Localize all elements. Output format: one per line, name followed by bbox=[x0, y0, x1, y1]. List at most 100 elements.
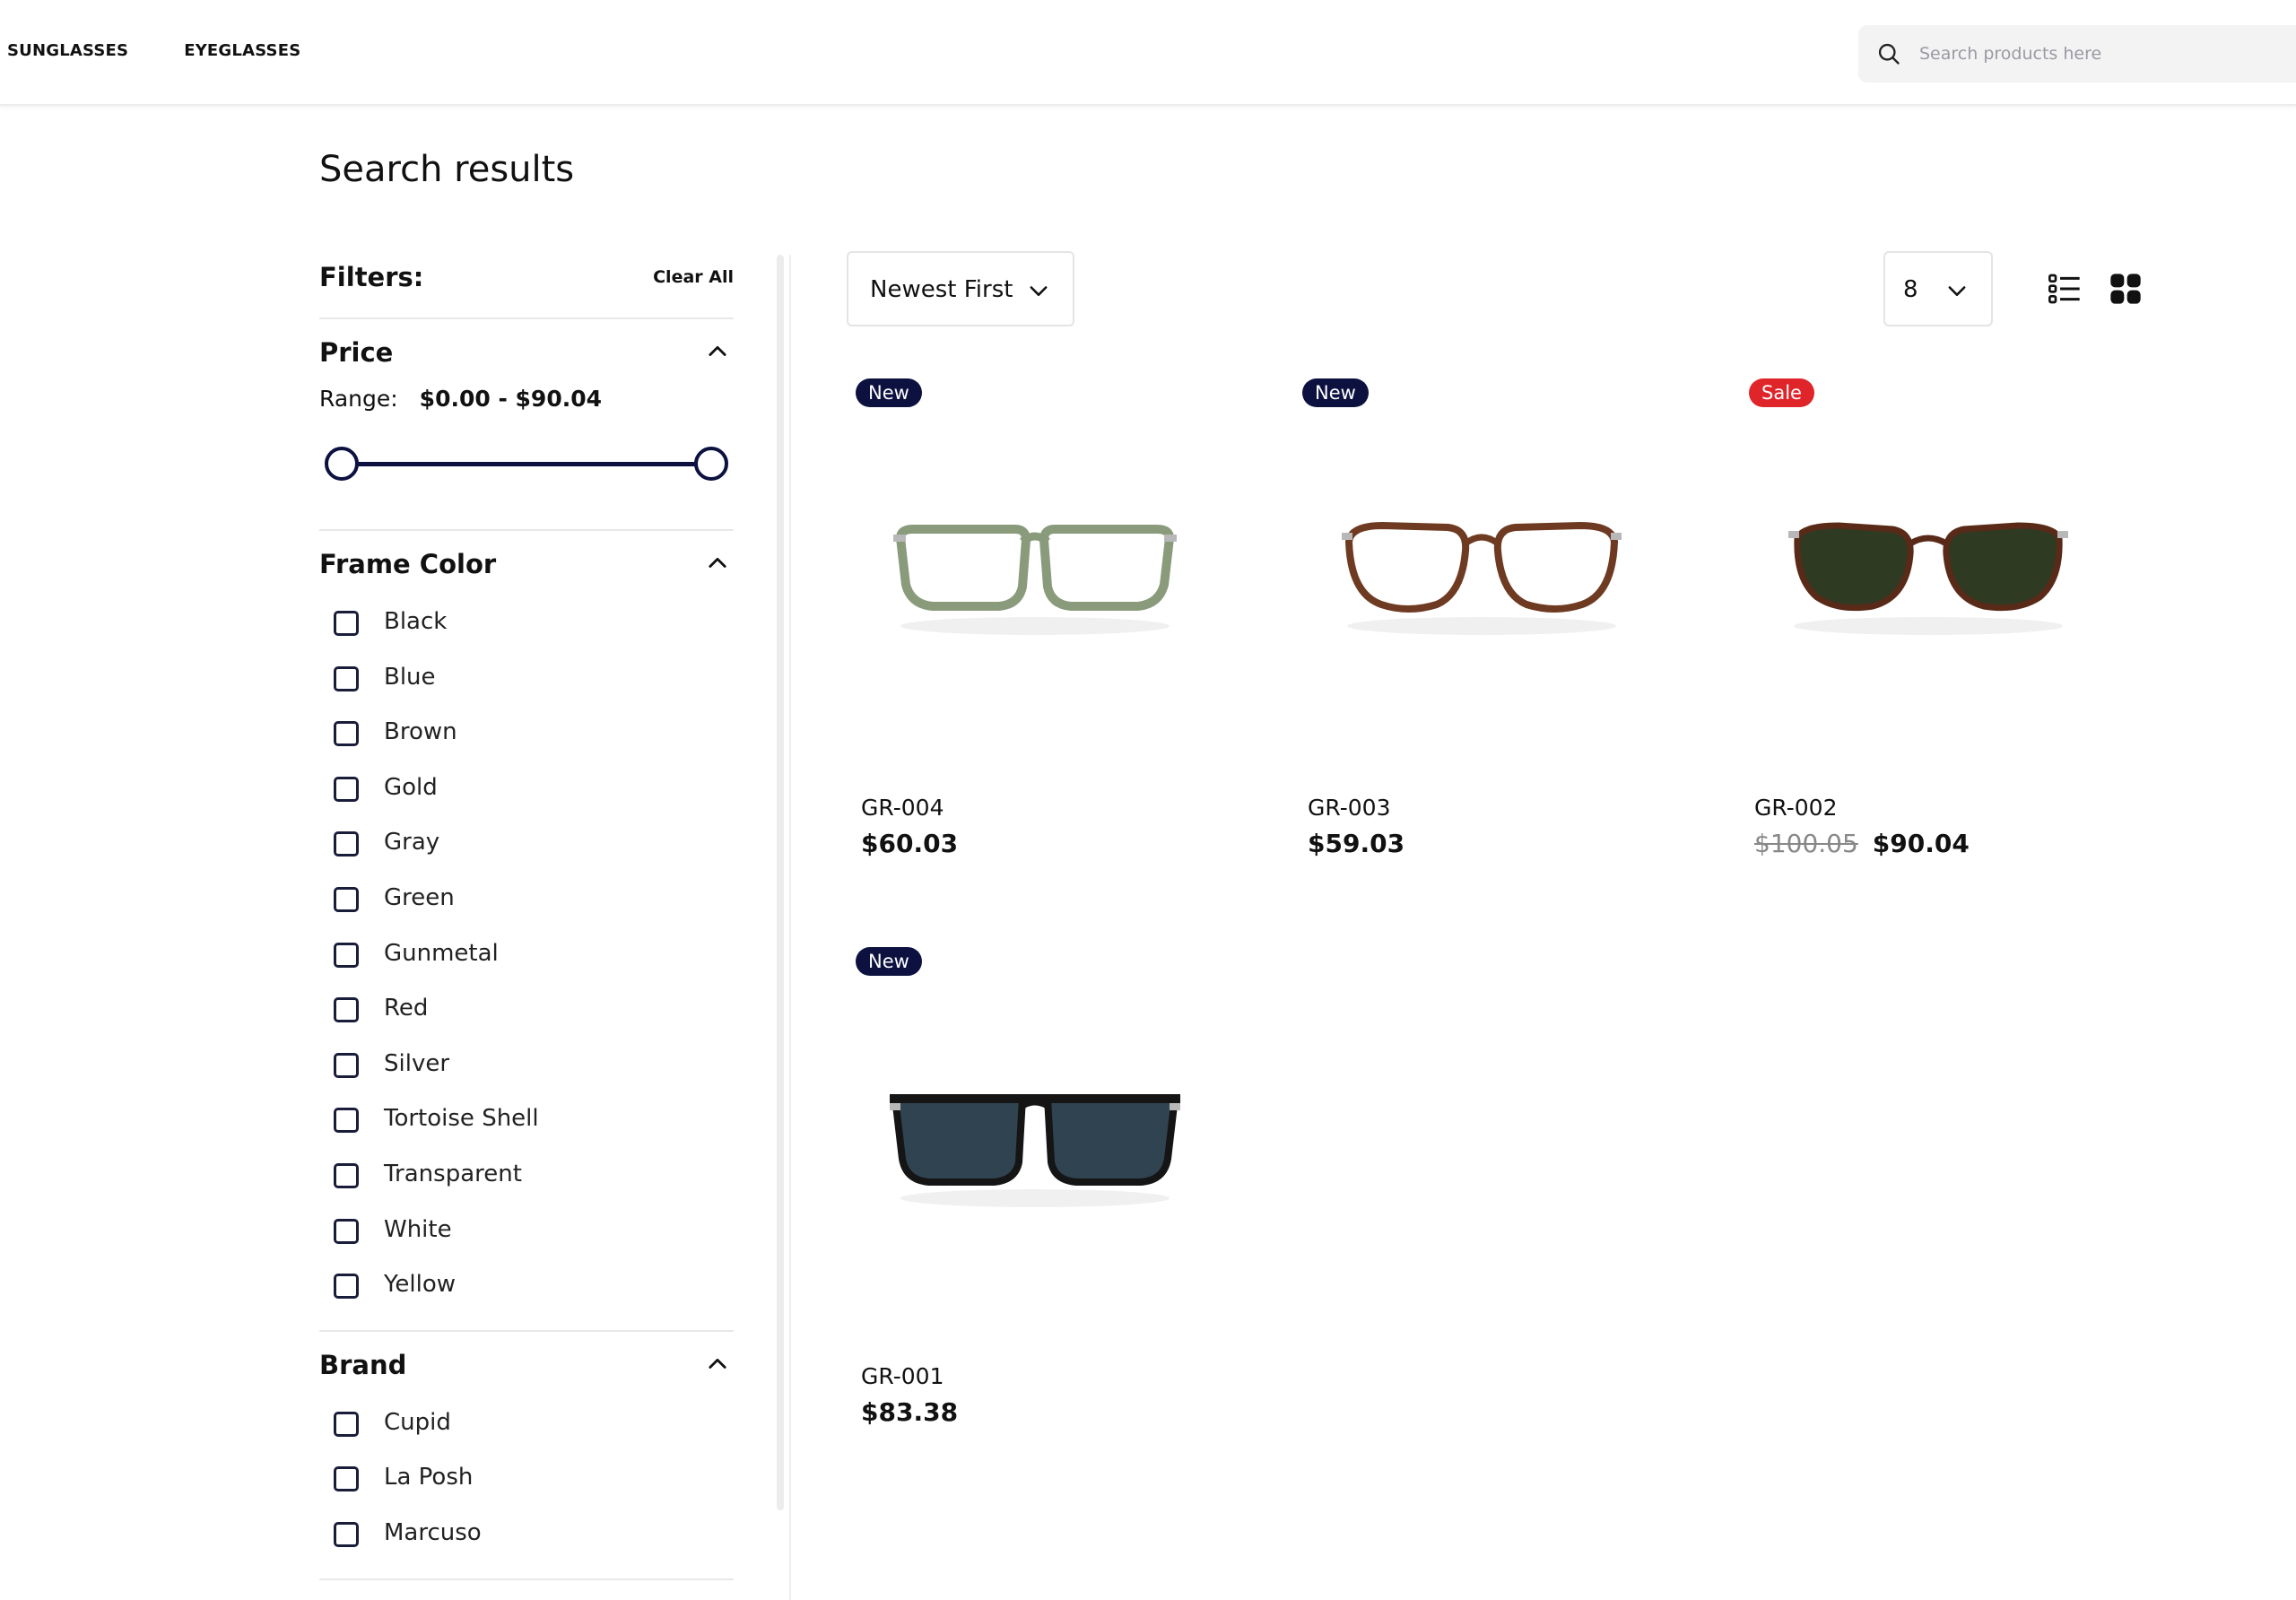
price-slider-min-handle[interactable] bbox=[325, 447, 359, 481]
checkbox[interactable] bbox=[334, 1466, 359, 1492]
checkbox[interactable] bbox=[334, 1521, 359, 1547]
checkbox[interactable] bbox=[334, 1108, 359, 1134]
filter-option[interactable]: Gunmetal bbox=[319, 929, 734, 985]
chevron-up-icon bbox=[709, 345, 726, 356]
filters-title: Filters: bbox=[319, 262, 424, 292]
frame-color-filter-title: Frame Color bbox=[319, 549, 497, 579]
filter-option-label: Brown bbox=[384, 718, 457, 746]
filter-option[interactable]: Tortoise Shell bbox=[319, 1094, 734, 1150]
checkbox[interactable] bbox=[334, 1052, 359, 1078]
filter-option-label: Silver bbox=[384, 1049, 450, 1077]
filters-header: Filters: Clear All bbox=[319, 251, 734, 319]
price-row: $100.05 $90.04 bbox=[1754, 829, 1970, 858]
checkbox[interactable] bbox=[334, 776, 359, 802]
checkbox[interactable] bbox=[334, 997, 359, 1023]
checkbox[interactable] bbox=[334, 611, 359, 636]
sale-badge: Sale bbox=[1749, 378, 1814, 407]
chevron-up-icon bbox=[709, 557, 726, 568]
price-row: $59.03 bbox=[1308, 829, 1405, 858]
filter-option[interactable]: White bbox=[319, 1205, 734, 1261]
product-price: $90.04 bbox=[1872, 829, 1970, 858]
nav-eyeglasses[interactable]: EYEGLASSES bbox=[184, 41, 300, 60]
filters-scrollbar[interactable] bbox=[777, 255, 784, 1510]
frame-color-options: Black Blue Brown Gold Gray Green Gunmeta… bbox=[319, 596, 734, 1330]
filter-option-label: White bbox=[384, 1215, 452, 1243]
content-divider bbox=[789, 255, 791, 1600]
list-view-icon[interactable] bbox=[2047, 271, 2083, 307]
filter-option[interactable]: Black bbox=[319, 597, 734, 653]
checkbox[interactable] bbox=[334, 721, 359, 747]
price-range-value: $0.00 - $90.04 bbox=[419, 386, 603, 412]
clear-all-button[interactable]: Clear All bbox=[653, 267, 734, 287]
product-card[interactable]: New GR-004 $60.03 bbox=[847, 377, 1259, 906]
filter-option-label: Green bbox=[384, 883, 455, 911]
product-price: $83.38 bbox=[861, 1397, 959, 1427]
product-name: GR-003 bbox=[1308, 795, 1391, 821]
filter-option-label: Blue bbox=[384, 663, 436, 691]
filter-option[interactable]: Brown bbox=[319, 708, 734, 763]
filter-option[interactable]: Yellow bbox=[319, 1260, 734, 1316]
nav-sunglasses[interactable]: SUNGLASSES bbox=[7, 41, 128, 60]
product-price: $59.03 bbox=[1308, 829, 1405, 858]
price-filter-title: Price bbox=[319, 337, 394, 368]
checkbox[interactable] bbox=[334, 831, 359, 857]
filter-option[interactable]: Blue bbox=[319, 653, 734, 709]
checkbox[interactable] bbox=[334, 1274, 359, 1300]
filter-option-label: Black bbox=[384, 608, 448, 635]
filter-option[interactable]: Gray bbox=[319, 818, 734, 874]
filter-option[interactable]: Cupid bbox=[319, 1398, 734, 1454]
sunglasses-image bbox=[1788, 522, 2068, 635]
filter-option-label: Gold bbox=[384, 773, 438, 801]
search-bar bbox=[1858, 25, 2296, 83]
product-card[interactable]: New GR-001 $83.38 bbox=[847, 945, 1259, 1474]
price-filter-toggle[interactable]: Price bbox=[319, 319, 734, 384]
product-card[interactable]: New GR-003 $59.03 bbox=[1293, 377, 1706, 906]
filter-option[interactable]: La Posh bbox=[319, 1453, 734, 1509]
search-icon[interactable] bbox=[1876, 41, 1901, 66]
filter-option-label: Transparent bbox=[384, 1160, 522, 1187]
price-filter-body: Range: $0.00 - $90.04 bbox=[319, 384, 734, 529]
price-slider[interactable] bbox=[319, 441, 734, 486]
product-name: GR-001 bbox=[861, 1363, 944, 1389]
checkbox[interactable] bbox=[334, 665, 359, 691]
sort-selected-value: Newest First bbox=[870, 276, 1013, 303]
grid-view-icon[interactable] bbox=[2108, 271, 2144, 307]
checkbox[interactable] bbox=[334, 1411, 359, 1437]
product-price: $60.03 bbox=[861, 829, 959, 858]
checkbox[interactable] bbox=[334, 886, 359, 912]
checkbox[interactable] bbox=[334, 1162, 359, 1188]
frame-color-filter-toggle[interactable]: Frame Color bbox=[319, 531, 734, 596]
filter-option[interactable]: Marcuso bbox=[319, 1509, 734, 1564]
price-slider-max-handle[interactable] bbox=[694, 447, 728, 481]
checkbox[interactable] bbox=[334, 1218, 359, 1244]
brand-filter-title: Brand bbox=[319, 1349, 407, 1380]
frame-color-filter: Frame Color Black Blue Brown Gold Gray G… bbox=[319, 531, 734, 1332]
main-nav: SUNGLASSES EYEGLASSES bbox=[7, 41, 300, 60]
filter-option-label: Gunmetal bbox=[384, 939, 499, 967]
chevron-down-icon bbox=[1030, 286, 1048, 296]
filter-option[interactable]: Silver bbox=[319, 1039, 734, 1095]
filter-option[interactable]: Gold bbox=[319, 763, 734, 819]
filter-option[interactable]: Red bbox=[319, 984, 734, 1039]
filter-option[interactable]: Green bbox=[319, 874, 734, 929]
sort-select[interactable]: Newest First bbox=[847, 251, 1074, 326]
top-header: SUNGLASSES EYEGLASSES bbox=[0, 0, 2296, 106]
product-card[interactable]: Sale GR-002 $100.05 $90.04 bbox=[1740, 377, 2152, 906]
product-old-price: $100.05 bbox=[1754, 829, 1858, 858]
price-row: $83.38 bbox=[861, 1397, 958, 1427]
filter-option[interactable]: Transparent bbox=[319, 1150, 734, 1205]
brand-options: Cupid La Posh Marcuso bbox=[319, 1396, 734, 1578]
filter-option-label: Marcuso bbox=[384, 1518, 482, 1546]
search-input[interactable] bbox=[1919, 25, 2296, 83]
new-badge: New bbox=[1302, 378, 1369, 407]
filter-option-label: Tortoise Shell bbox=[384, 1105, 539, 1133]
per-page-select[interactable]: 8 bbox=[1883, 251, 1993, 326]
brand-filter-toggle[interactable]: Brand bbox=[319, 1332, 734, 1396]
filter-option-label: Red bbox=[384, 995, 429, 1022]
glasses-image bbox=[893, 525, 1177, 635]
new-badge: New bbox=[856, 378, 922, 407]
checkbox[interactable] bbox=[334, 942, 359, 968]
chevron-down-icon bbox=[1948, 286, 1966, 296]
price-range-label: Range: bbox=[319, 386, 398, 412]
price-range: Range: $0.00 - $90.04 bbox=[319, 386, 602, 412]
